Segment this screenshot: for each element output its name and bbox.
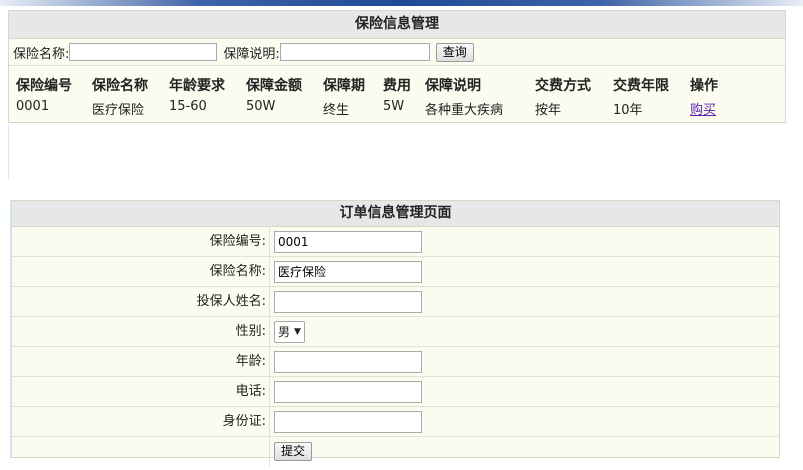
- form-row-insurance-name: 保险名称:: [12, 257, 779, 287]
- insurance-name-search-input[interactable]: [69, 43, 218, 61]
- cell-age: 15-60: [169, 99, 207, 114]
- order-panel-title: 订单信息管理页面: [12, 201, 779, 227]
- form-row-phone: 电话:: [12, 377, 779, 407]
- divider: [8, 124, 9, 180]
- col-header-pay-years: 交费年限: [613, 78, 669, 94]
- cell-pay-method: 按年: [535, 103, 562, 118]
- col-header-desc: 保障说明: [425, 78, 481, 94]
- cell-id: 0001: [16, 99, 50, 114]
- submit-row-spacer: [12, 437, 270, 466]
- form-row-submit: 提交: [12, 437, 779, 466]
- applicant-name-label: 投保人姓名:: [12, 287, 270, 316]
- col-header-age: 年龄要求: [169, 78, 225, 94]
- cell-period: 终生: [323, 103, 350, 118]
- phone-label: 电话:: [12, 377, 270, 406]
- form-row-gender: 性别: 男 ▼: [12, 317, 779, 347]
- col-header-id: 保险编号: [16, 78, 72, 94]
- age-field[interactable]: [274, 350, 422, 373]
- col-header-name: 保险名称: [92, 78, 148, 94]
- col-header-period: 保障期: [323, 78, 365, 94]
- insurance-table-header: 保险编号 保险名称 年龄要求 保障金额 保障期 费用 保障说明 交费方式 交费年…: [9, 72, 785, 96]
- col-header-cost: 费用: [383, 78, 411, 94]
- coverage-desc-search-label: 保障说明:: [223, 46, 280, 62]
- id-card-label: 身份证:: [12, 407, 270, 436]
- top-accent-strip: [0, 0, 803, 6]
- form-row-age: 年龄:: [12, 347, 779, 377]
- insurance-name-search-label: 保险名称:: [13, 46, 70, 62]
- gender-label: 性别:: [12, 317, 270, 346]
- table-row: 0001 医疗保险 15-60 50W 终生 5W 各种重大疾病 按年 10年 …: [9, 96, 785, 120]
- search-bar: 保险名称: 保障说明: 查询: [9, 39, 785, 66]
- submit-button[interactable]: 提交: [274, 442, 313, 461]
- insurance-panel-title: 保险信息管理: [9, 11, 785, 39]
- form-row-id-card: 身份证:: [12, 407, 779, 437]
- id-card-field[interactable]: [274, 410, 422, 433]
- gender-select[interactable]: 男 ▼: [274, 320, 305, 343]
- cell-desc: 各种重大疾病: [425, 103, 504, 118]
- gender-selected-value: 男: [278, 325, 291, 339]
- coverage-desc-search-input[interactable]: [279, 43, 430, 61]
- insurance-info-panel: 保险信息管理 保险名称: 保障说明: 查询 保险编号 保险名称 年龄要求 保障金…: [8, 10, 786, 123]
- insurance-name-label: 保险名称:: [12, 257, 270, 286]
- form-row-applicant-name: 投保人姓名:: [12, 287, 779, 317]
- cell-amount: 50W: [246, 99, 276, 114]
- col-header-amount: 保障金额: [246, 78, 302, 94]
- age-label: 年龄:: [12, 347, 270, 376]
- order-info-panel: 订单信息管理页面 保险编号: 保险名称: 投保人姓名: 性别: 男 ▼ 年龄: …: [10, 200, 780, 466]
- cell-pay-years: 10年: [613, 103, 643, 118]
- dropdown-arrow-icon: ▼: [294, 326, 301, 337]
- insurance-id-field[interactable]: [274, 230, 422, 253]
- cell-name: 医疗保险: [92, 103, 145, 118]
- buy-link[interactable]: 购买: [690, 99, 716, 118]
- form-row-insurance-id: 保险编号:: [12, 227, 779, 257]
- query-button[interactable]: 查询: [435, 42, 474, 62]
- applicant-name-field[interactable]: [274, 290, 422, 313]
- insurance-id-label: 保险编号:: [12, 227, 270, 256]
- insurance-name-field[interactable]: [274, 260, 422, 283]
- phone-field[interactable]: [274, 380, 422, 403]
- col-header-action: 操作: [690, 78, 718, 94]
- cell-cost: 5W: [383, 99, 405, 114]
- col-header-pay-method: 交费方式: [535, 78, 591, 94]
